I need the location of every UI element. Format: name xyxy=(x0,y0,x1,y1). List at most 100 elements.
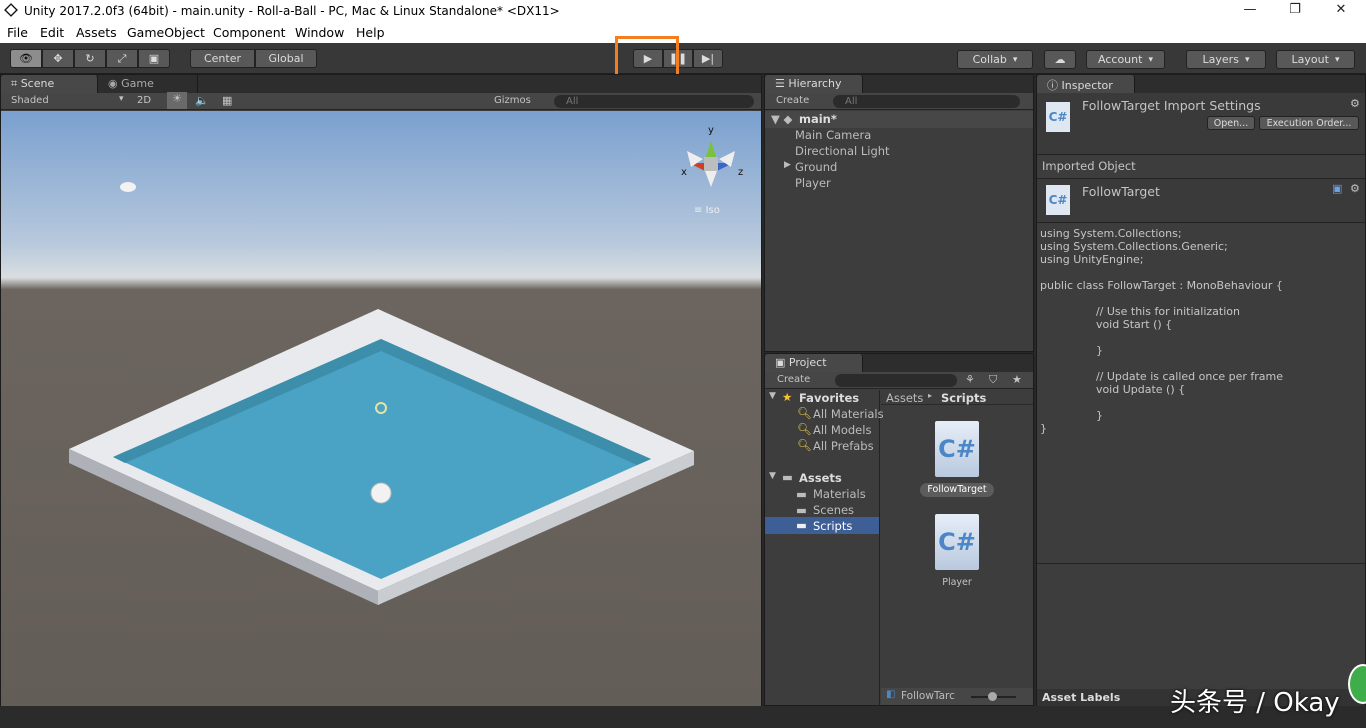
project-tabs: ▣ Project xyxy=(765,354,1033,372)
shading-dropdown[interactable]: Shaded xyxy=(11,95,49,106)
help-book-icon[interactable]: ▣ xyxy=(1332,182,1342,195)
folder-materials[interactable]: Materials xyxy=(813,487,866,501)
settings-gear-icon[interactable]: ⚙ xyxy=(1350,182,1360,195)
audio-toggle-icon[interactable]: 🔈 xyxy=(195,94,209,107)
menu-window[interactable]: Window xyxy=(295,25,344,40)
step-button[interactable]: ▶| xyxy=(693,49,723,68)
inspector-title: FollowTarget Import Settings xyxy=(1082,98,1261,113)
play-highlight-box xyxy=(615,36,679,77)
folder-scenes[interactable]: Scenes xyxy=(813,503,854,517)
rotate-tool-icon[interactable]: ↻ xyxy=(74,49,106,68)
open-button[interactable]: Open... xyxy=(1207,116,1255,130)
breadcrumb-assets[interactable]: Assets xyxy=(886,391,923,405)
player-ball xyxy=(370,482,392,504)
icon-size-slider-thumb[interactable] xyxy=(988,692,997,701)
hierarchy-item-main-camera[interactable]: Main Camera xyxy=(795,128,871,142)
breadcrumb-scripts[interactable]: Scripts xyxy=(941,391,986,405)
scene-root-row[interactable]: ▼ ◆ main* xyxy=(765,111,1033,128)
tab-hierarchy[interactable]: ☰ Hierarchy xyxy=(765,75,863,93)
account-dropdown[interactable]: Account xyxy=(1086,50,1165,69)
favorite-all-prefabs[interactable]: All Prefabs xyxy=(813,439,874,453)
tab-game[interactable]: ◉ Game xyxy=(98,75,198,93)
execution-order-button[interactable]: Execution Order... xyxy=(1259,116,1359,130)
file-followtarget[interactable]: FollowTarget xyxy=(920,483,994,497)
filter-label-icon[interactable]: ⛉ xyxy=(989,373,997,387)
scene-search-input[interactable]: All xyxy=(554,95,754,108)
hierarchy-item-directional-light[interactable]: Directional Light xyxy=(795,144,890,158)
assets-expand-icon[interactable]: ▼ xyxy=(769,471,776,481)
mode-2d-toggle[interactable]: 2D xyxy=(137,95,151,106)
restore-icon[interactable]: ❐ xyxy=(1285,2,1305,20)
project-create-dropdown[interactable]: Create xyxy=(777,374,810,385)
settings-gear-icon[interactable]: ⚙ xyxy=(1350,97,1360,110)
inspector-header: C# FollowTarget Import Settings ⚙ Open..… xyxy=(1037,93,1365,155)
filter-type-icon[interactable]: ⚘ xyxy=(965,373,975,386)
pivot-center-button[interactable]: Center xyxy=(190,49,255,68)
hierarchy-search-input[interactable]: All xyxy=(833,95,1020,108)
account-label: Account xyxy=(1098,53,1143,66)
menu-help[interactable]: Help xyxy=(356,25,385,40)
tab-project[interactable]: ▣ Project xyxy=(765,354,863,372)
unity-logo-icon xyxy=(4,3,18,17)
tab-inspector[interactable]: ⓘ Inspector xyxy=(1037,75,1135,93)
menu-assets[interactable]: Assets xyxy=(76,25,117,40)
favorites-expand-icon[interactable]: ▼ xyxy=(769,391,776,401)
minimize-icon[interactable]: — xyxy=(1240,2,1260,20)
project-search-input[interactable] xyxy=(835,374,957,387)
project-tab-label: Project xyxy=(788,356,827,369)
gizmo-y-label: y xyxy=(708,125,714,136)
hierarchy-panel: ☰ Hierarchy Create All ▼ ◆ main* Main Ca… xyxy=(764,74,1034,352)
pivot-global-button[interactable]: Global xyxy=(255,49,317,68)
gizmo-y-cone xyxy=(705,141,717,159)
effects-image-icon[interactable]: ▦ xyxy=(222,94,232,107)
layout-dropdown[interactable]: Layout xyxy=(1276,50,1355,69)
view-tool-eye-icon[interactable]: 👁 xyxy=(10,49,42,68)
gizmo-center-cube[interactable] xyxy=(704,157,718,171)
search-icon: 🔍︎ xyxy=(797,406,812,420)
inspector-tab-label: Inspector xyxy=(1061,79,1113,92)
menu-component[interactable]: Component xyxy=(213,25,286,40)
gizmo-z-label: z xyxy=(738,167,743,178)
menu-file[interactable]: File xyxy=(7,25,28,40)
scene-expand-icon[interactable]: ▼ ◆ xyxy=(771,112,792,126)
assets-label[interactable]: Assets xyxy=(799,471,842,485)
tab-scene[interactable]: ⌗ Scene xyxy=(1,75,98,93)
file-player[interactable]: Player xyxy=(920,577,994,588)
breadcrumb-separator-icon: ▸ xyxy=(928,391,933,400)
collab-dropdown[interactable]: Collab xyxy=(957,50,1033,69)
hierarchy-tabs: ☰ Hierarchy xyxy=(765,75,1033,93)
execution-order-label: Execution Order... xyxy=(1266,117,1352,129)
hierarchy-item-ground[interactable]: Ground xyxy=(795,160,837,174)
collab-label: Collab xyxy=(972,53,1007,66)
lighting-toggle-sun-icon[interactable]: ☀ xyxy=(167,92,187,109)
gizmos-dropdown[interactable]: Gizmos xyxy=(494,95,531,106)
move-tool-icon[interactable]: ✥ xyxy=(42,49,74,68)
close-icon[interactable]: ✕ xyxy=(1331,2,1351,20)
csharp-file-icon[interactable]: C# xyxy=(935,421,979,477)
scene-root-name: main* xyxy=(799,112,837,126)
csharp-file-icon[interactable]: C# xyxy=(935,514,979,570)
csharp-small-icon: ◧ xyxy=(886,689,896,700)
folder-scripts-row[interactable]: ▬ Scripts xyxy=(765,517,879,534)
hierarchy-item-player[interactable]: Player xyxy=(795,176,831,190)
ground-expand-icon[interactable]: ▶ xyxy=(784,160,791,170)
layers-dropdown[interactable]: Layers xyxy=(1186,50,1266,69)
rect-tool-icon[interactable]: ▣ xyxy=(138,49,170,68)
footer-selected-file: FollowTarc xyxy=(901,690,955,702)
step-icon: ▶| xyxy=(701,52,715,65)
menu-gameobject[interactable]: GameObject xyxy=(127,25,205,40)
hierarchy-tab-label: Hierarchy xyxy=(788,77,842,90)
hierarchy-create-dropdown[interactable]: Create xyxy=(776,95,809,106)
favorite-star-icon[interactable]: ★ xyxy=(1012,373,1022,386)
favorite-all-models[interactable]: All Models xyxy=(813,423,871,437)
cloud-button[interactable]: ☁ xyxy=(1044,50,1076,69)
scale-tool-icon[interactable]: ⤢ xyxy=(106,49,138,68)
imported-object-label: Imported Object xyxy=(1042,159,1136,173)
scene-geometry: y x z ≡ Iso xyxy=(69,125,743,605)
menu-edit[interactable]: Edit xyxy=(40,25,64,40)
projection-label[interactable]: ≡ Iso xyxy=(694,205,720,216)
window-title: Unity 2017.2.0f3 (64bit) - main.unity - … xyxy=(24,4,560,18)
center-label: Center xyxy=(203,52,242,65)
favorite-all-materials[interactable]: All Materials xyxy=(813,407,884,421)
scene-viewport[interactable]: y x z ≡ Iso xyxy=(1,111,761,706)
